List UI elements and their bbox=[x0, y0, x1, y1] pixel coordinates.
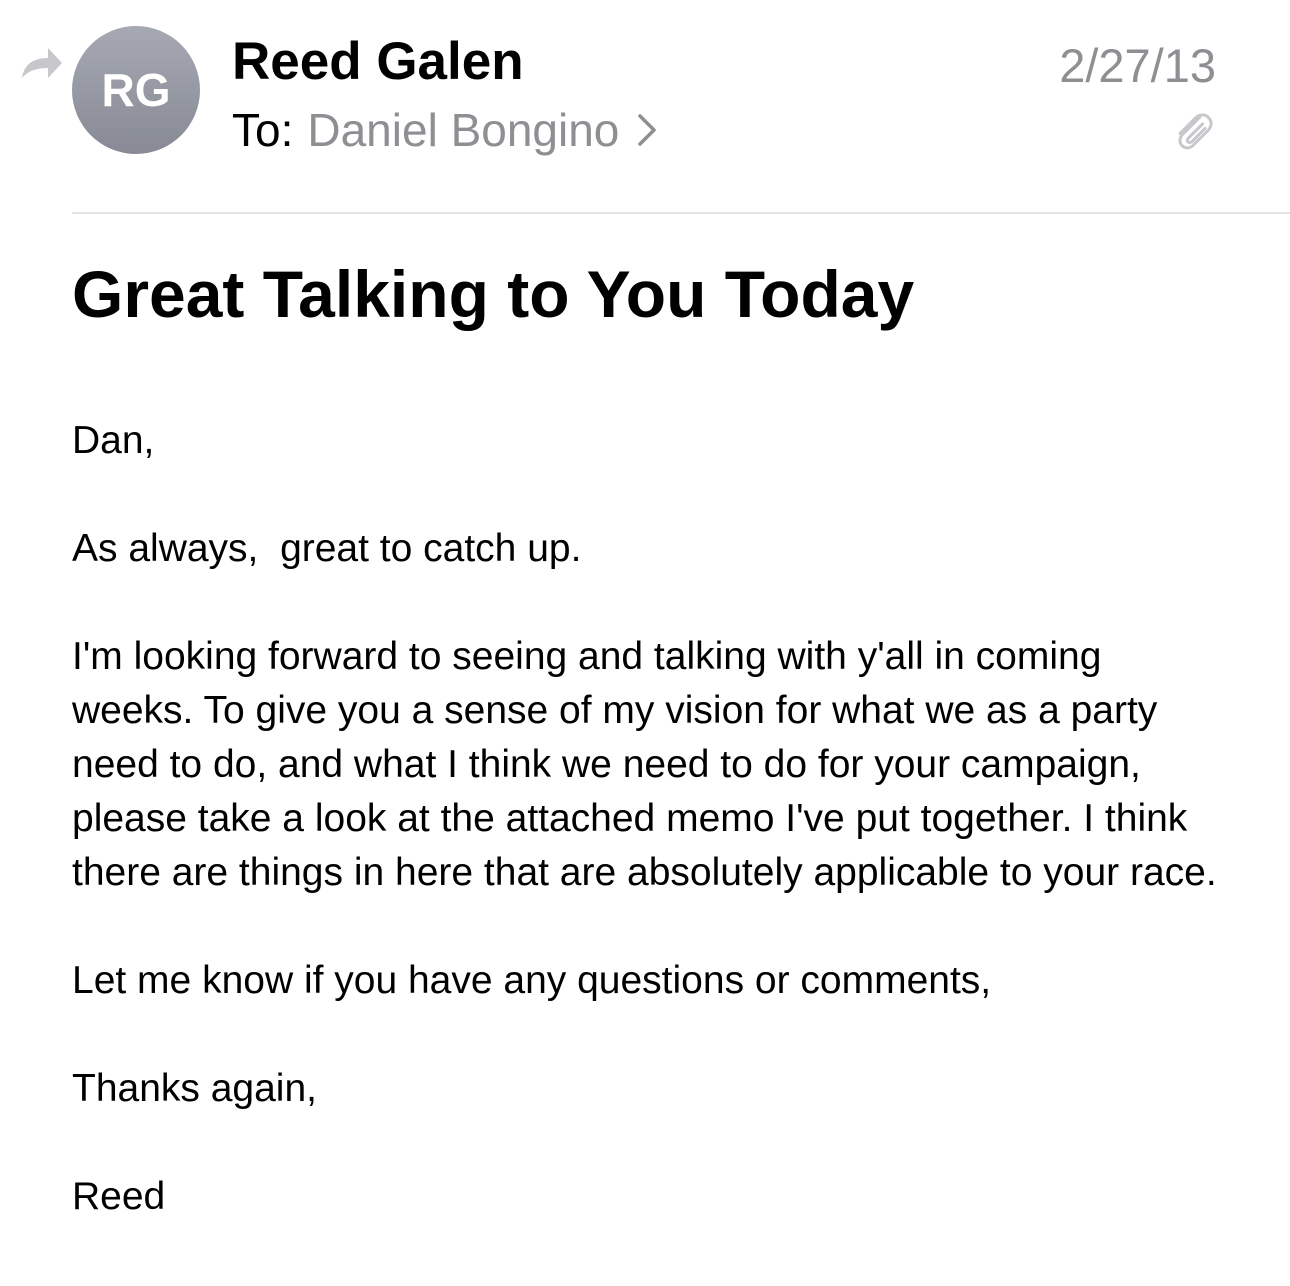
sender-name[interactable]: Reed Galen bbox=[232, 32, 524, 92]
subject-title: Great Talking to You Today bbox=[72, 257, 915, 331]
reply-arrow-icon bbox=[22, 48, 62, 78]
message-body: Dan, As always, great to catch up. I'm l… bbox=[72, 414, 1232, 1224]
avatar-initials: RG bbox=[101, 64, 171, 116]
header-divider bbox=[72, 212, 1290, 214]
avatar[interactable]: RG bbox=[72, 26, 200, 154]
body-greeting: Dan, bbox=[72, 419, 155, 462]
paperclip-icon[interactable] bbox=[1170, 108, 1216, 154]
body-signature: Reed bbox=[72, 1175, 166, 1218]
chevron-right-icon[interactable] bbox=[637, 113, 657, 147]
message-date: 2/27/13 bbox=[1059, 39, 1216, 92]
recipient-name[interactable]: Daniel Bongino bbox=[307, 100, 619, 160]
body-paragraph-3: Let me know if you have any questions or… bbox=[72, 959, 992, 1002]
recipient-row[interactable]: To: Daniel Bongino bbox=[232, 100, 657, 160]
body-paragraph-1: As always, great to catch up. bbox=[72, 527, 582, 570]
to-label: To: bbox=[232, 104, 294, 156]
body-paragraph-2: I'm looking forward to seeing and talkin… bbox=[72, 635, 1217, 894]
body-closing: Thanks again, bbox=[72, 1067, 317, 1110]
